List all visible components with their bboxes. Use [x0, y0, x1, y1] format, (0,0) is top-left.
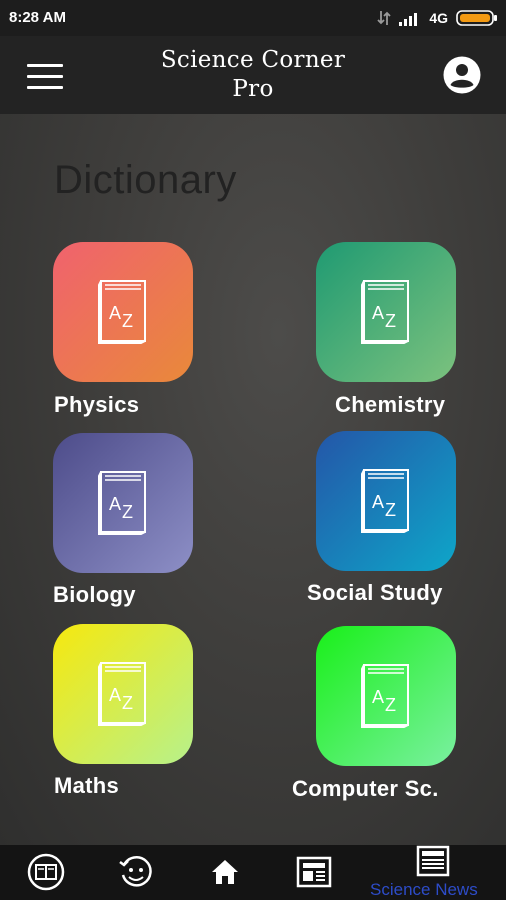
- tile-biology-label: Biology: [53, 582, 136, 607]
- tile-chemistry-label: Chemistry: [335, 392, 446, 417]
- dictionary-book-icon: A Z: [98, 471, 146, 535]
- status-icons: 4G: [377, 8, 498, 28]
- svg-text:Z: Z: [385, 695, 396, 715]
- svg-text:Z: Z: [122, 502, 133, 522]
- quiz-icon[interactable]: [117, 853, 155, 891]
- app-title: Science Corner Pro: [0, 46, 506, 104]
- svg-text:Z: Z: [385, 500, 396, 520]
- section-title: Dictionary: [54, 158, 237, 202]
- dictionary-book-icon: A Z: [361, 280, 409, 344]
- svg-text:Z: Z: [385, 311, 396, 331]
- tile-physics-label: Physics: [54, 392, 140, 417]
- svg-text:A: A: [372, 303, 384, 323]
- app-title-line2: Pro: [232, 76, 274, 102]
- dictionary-icon[interactable]: [27, 853, 65, 891]
- svg-text:Z: Z: [122, 693, 133, 713]
- svg-text:Z: Z: [122, 311, 133, 331]
- tile-chemistry-icon-box: A Z: [316, 242, 456, 382]
- dictionary-book-icon: A Z: [361, 664, 409, 728]
- science-news-icon[interactable]: [416, 845, 450, 877]
- tile-biology-icon-box: A Z: [53, 433, 193, 573]
- tile-social-study-label: Social Study: [307, 580, 443, 605]
- main-content: Dictionary A Z Physics A Z Chemistry A Z…: [0, 114, 506, 845]
- tile-maths-icon-box: A Z: [53, 624, 193, 764]
- svg-text:A: A: [372, 687, 384, 707]
- dictionary-book-icon: A Z: [98, 280, 146, 344]
- status-time: 8:28 AM: [9, 9, 66, 26]
- svg-text:A: A: [109, 494, 121, 514]
- tile-computer-science-label: Computer Sc.: [292, 776, 439, 801]
- app-title-line1: Science Corner: [160, 47, 346, 73]
- data-transfer-icon: [377, 11, 391, 25]
- dictionary-book-icon: A Z: [361, 469, 409, 533]
- account-icon[interactable]: [443, 56, 481, 94]
- newspaper-icon[interactable]: [296, 855, 332, 889]
- status-bar: 8:28 AM 4G: [0, 0, 506, 36]
- svg-text:A: A: [109, 303, 121, 323]
- active-nav-label: Science News: [370, 880, 478, 899]
- tile-maths-label: Maths: [54, 773, 120, 798]
- home-icon[interactable]: [210, 857, 240, 887]
- bottom-nav: Science News: [0, 845, 506, 900]
- app-bar: Science Corner Pro: [0, 36, 506, 114]
- tile-physics-icon-box: A Z: [53, 242, 193, 382]
- dictionary-book-icon: A Z: [98, 662, 146, 726]
- tile-computer-science-icon-box: A Z: [316, 626, 456, 766]
- svg-text:A: A: [109, 685, 121, 705]
- network-type: 4G: [429, 10, 448, 26]
- svg-text:A: A: [372, 492, 384, 512]
- signal-icon: [399, 13, 418, 26]
- battery-icon: [456, 10, 497, 26]
- tile-social-study-icon-box: A Z: [316, 431, 456, 571]
